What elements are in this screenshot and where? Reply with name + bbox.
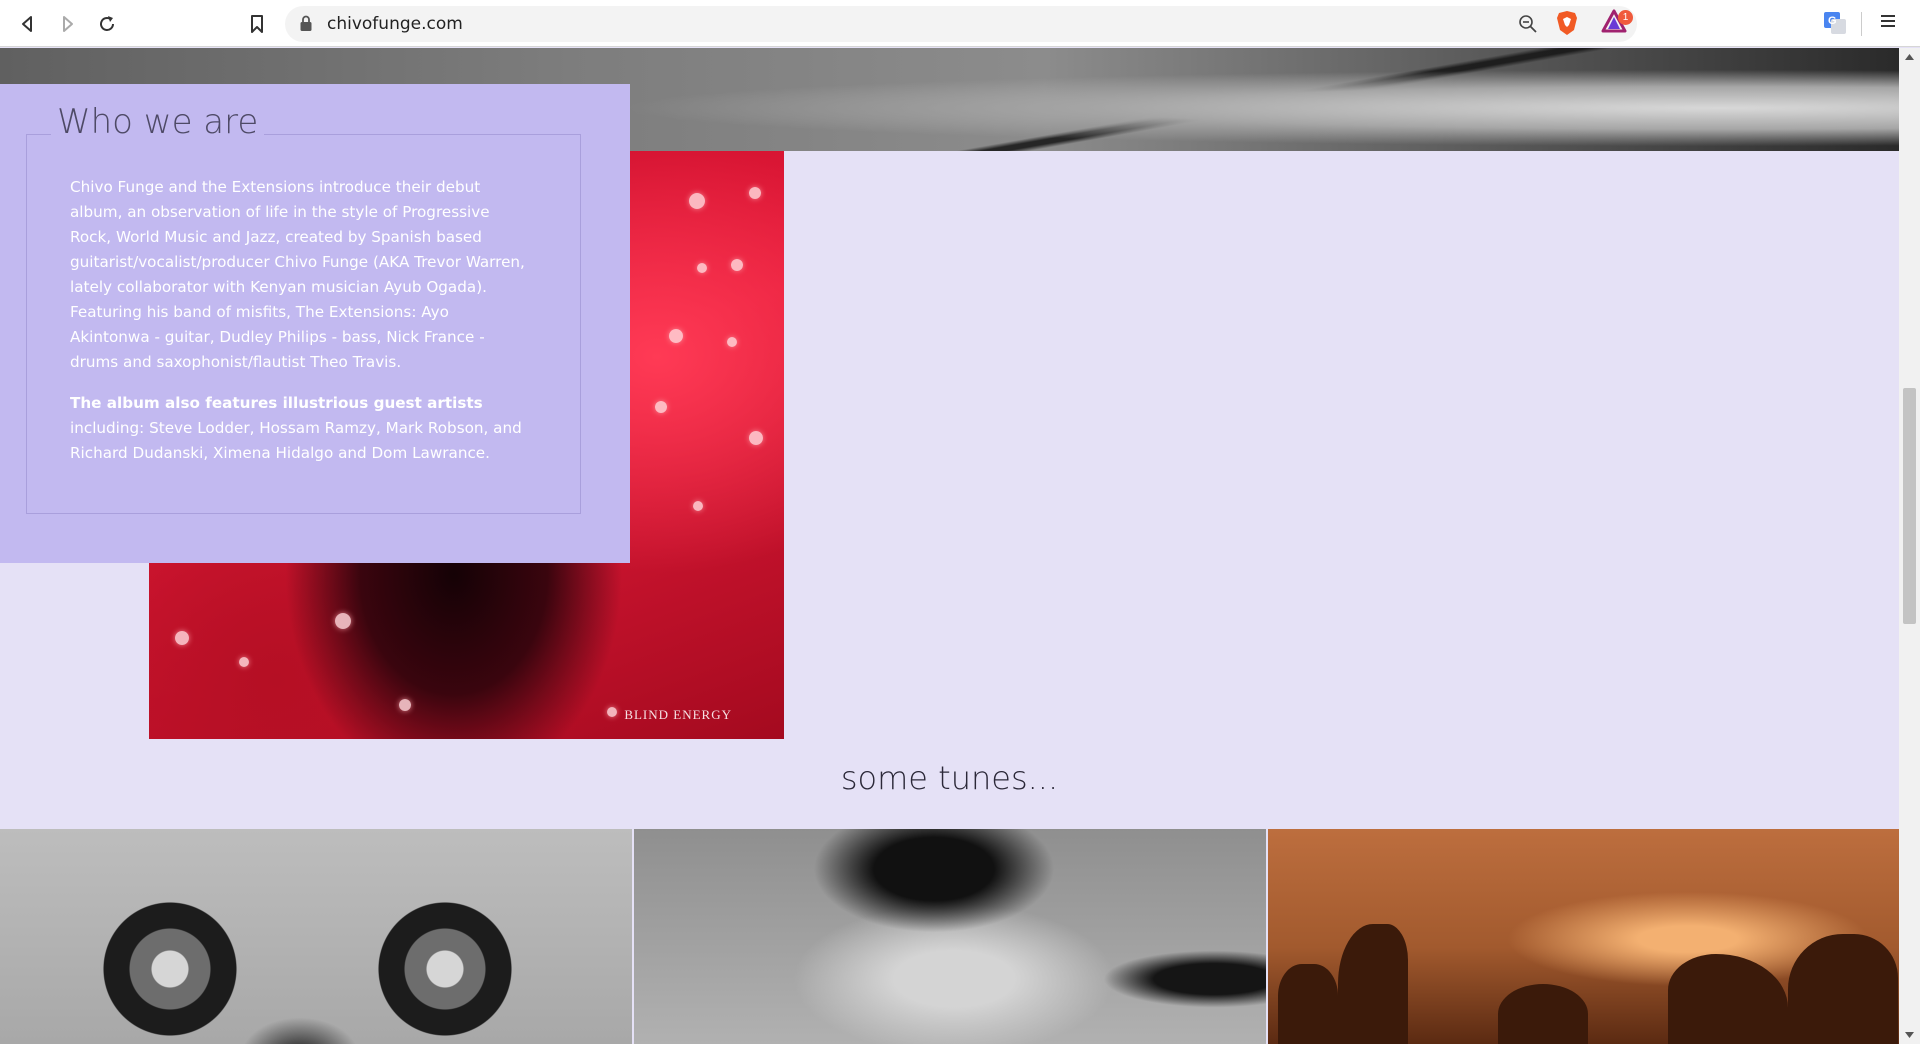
who-we-are-paragraph-1: Chivo Funge and the Extensions introduce… bbox=[70, 178, 525, 371]
guest-artists-list: including: Steve Lodder, Hossam Ramzy, M… bbox=[70, 419, 522, 462]
who-we-are-title: Who we are bbox=[51, 102, 265, 142]
tunes-gallery bbox=[0, 829, 1899, 1044]
toolbar-separator bbox=[1861, 12, 1862, 36]
page-viewport: BLIND ENERGY Who we are Chivo Funge and … bbox=[0, 48, 1899, 1044]
who-we-are-panel: Who we are Chivo Funge and the Extension… bbox=[0, 84, 630, 563]
back-icon[interactable] bbox=[13, 9, 43, 39]
some-tunes-heading: some tunes... bbox=[840, 759, 1059, 797]
who-we-are-text: Chivo Funge and the Extensions introduce… bbox=[70, 175, 530, 482]
album-caption: BLIND ENERGY bbox=[624, 707, 732, 722]
browser-toolbar: chivofunge.com 1 G bbox=[0, 0, 1920, 47]
bookmark-icon[interactable] bbox=[242, 9, 272, 39]
page-scrollbar[interactable] bbox=[1899, 48, 1920, 1044]
guest-artists-bold: The album also features illustrious gues… bbox=[70, 394, 483, 412]
scrollbar-thumb[interactable] bbox=[1903, 388, 1916, 624]
google-translate-icon[interactable]: G bbox=[1823, 11, 1847, 40]
rewards-badge: 1 bbox=[1618, 10, 1633, 25]
reload-icon[interactable] bbox=[92, 9, 122, 39]
tune-thumbnail-face[interactable] bbox=[634, 829, 1266, 1044]
tune-thumbnail-dinosaur[interactable] bbox=[1268, 829, 1899, 1044]
url-text[interactable]: chivofunge.com bbox=[327, 6, 463, 42]
menu-icon[interactable] bbox=[1879, 11, 1897, 36]
scroll-up-icon[interactable] bbox=[1899, 48, 1920, 66]
forward-icon[interactable] bbox=[52, 9, 82, 39]
tune-thumbnail-skull[interactable] bbox=[0, 829, 632, 1044]
address-bar[interactable]: chivofunge.com bbox=[285, 6, 1637, 42]
svg-text:G: G bbox=[1828, 15, 1837, 27]
who-we-are-paragraph-2: The album also features illustrious gues… bbox=[70, 391, 530, 466]
brave-shields-icon[interactable] bbox=[1556, 10, 1578, 41]
lock-icon[interactable] bbox=[299, 15, 313, 37]
zoom-out-icon[interactable] bbox=[1518, 14, 1538, 39]
scroll-down-icon[interactable] bbox=[1899, 1026, 1920, 1044]
